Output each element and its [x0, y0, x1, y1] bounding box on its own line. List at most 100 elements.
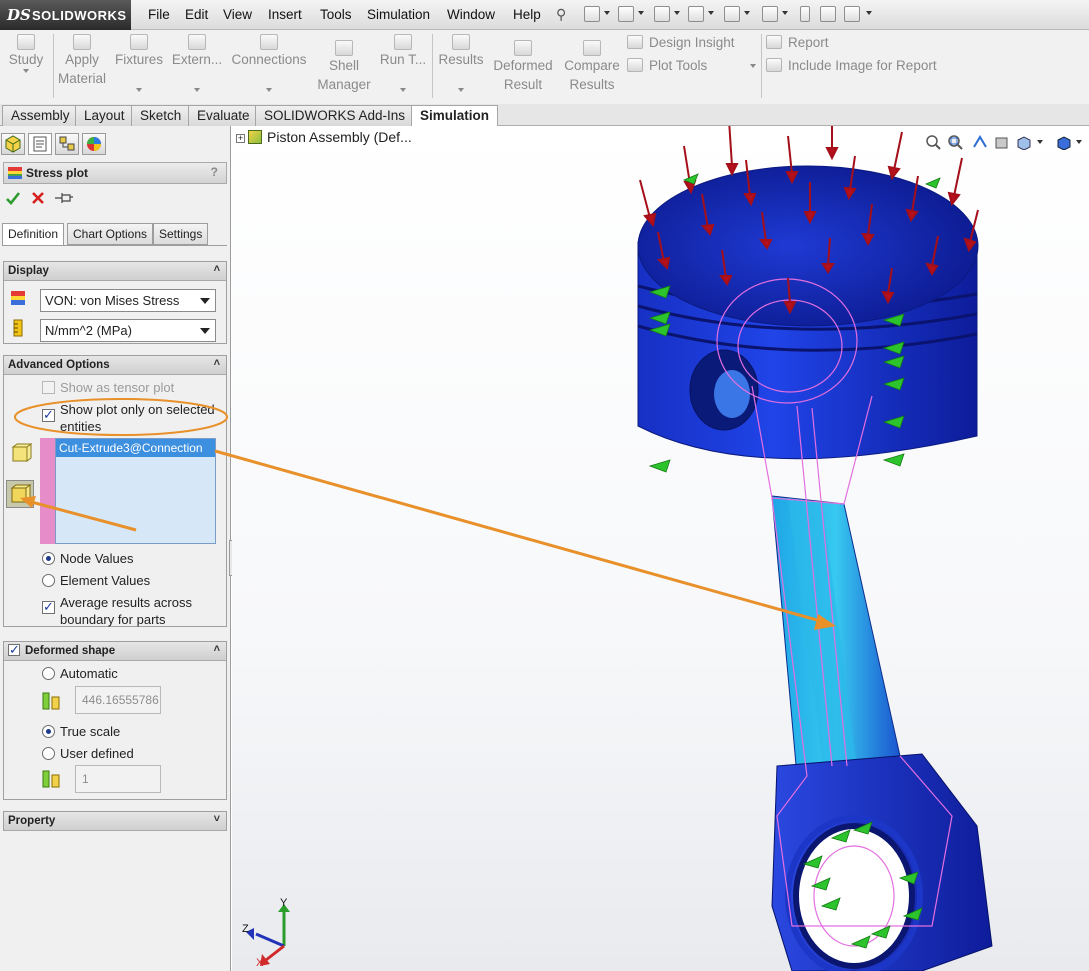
advanced-options-header[interactable]: Advanced Options ˄: [4, 356, 226, 375]
units-select[interactable]: N/mm^2 (MPa): [40, 319, 216, 342]
pushpin-icon[interactable]: [53, 190, 75, 206]
save-icon[interactable]: [654, 6, 670, 22]
expand-chevron-icon[interactable]: ˅: [214, 813, 220, 825]
chevron-down-icon[interactable]: [708, 11, 714, 15]
chevron-down-icon[interactable]: [674, 11, 680, 15]
tab-simulation[interactable]: Simulation: [411, 105, 499, 127]
display-manager-tab[interactable]: [82, 133, 106, 155]
plot-tools-button[interactable]: Plot Tools: [627, 58, 707, 73]
automatic-radio[interactable]: [42, 667, 55, 680]
menu-tools[interactable]: Tools: [320, 7, 352, 22]
rebuild-icon[interactable]: [800, 6, 810, 22]
collapse-chevron-icon[interactable]: ˄: [214, 263, 220, 275]
deformed-shape-header[interactable]: Deformed shape ˄: [4, 642, 226, 661]
chevron-down-icon[interactable]: [744, 11, 750, 15]
configuration-manager-tab[interactable]: [55, 133, 79, 155]
new-document-icon[interactable]: [584, 6, 600, 22]
shell-manager-label: Shell: [328, 58, 360, 73]
undo-icon[interactable]: [724, 6, 740, 22]
node-values-radio[interactable]: [42, 552, 55, 565]
connections-button[interactable]: Connections: [228, 30, 310, 104]
chevron-down-icon[interactable]: [638, 11, 644, 15]
user-scale-input[interactable]: 1: [75, 765, 161, 793]
component-selection-button[interactable]: [6, 480, 34, 508]
pin-icon[interactable]: ⚲: [556, 6, 566, 23]
print-icon[interactable]: [688, 6, 704, 22]
help-button[interactable]: ?: [211, 165, 218, 179]
solidworks-logo[interactable]: DS SOLIDWORKS: [0, 0, 131, 30]
results-button[interactable]: Results: [436, 30, 486, 104]
auto-scale-input[interactable]: 446.16555786: [75, 686, 161, 714]
chevron-down-icon[interactable]: [866, 11, 872, 15]
property-manager-tab[interactable]: [28, 133, 52, 155]
graphics-area[interactable]: + Piston Assembly (Def... Y Z X: [232, 126, 1089, 971]
external-loads-button[interactable]: Extern...: [170, 30, 224, 104]
compare-results-button[interactable]: Compare Results: [560, 30, 624, 104]
tab-solidworks-add-ins[interactable]: SOLIDWORKS Add-Ins: [255, 105, 415, 126]
deformed-result-button[interactable]: Deformed Result: [490, 30, 556, 104]
options-icon[interactable]: [844, 6, 860, 22]
deformed-shape-checkbox[interactable]: [8, 642, 20, 658]
display-group-header[interactable]: Display ˄: [4, 262, 226, 281]
file-properties-icon[interactable]: [820, 6, 836, 22]
tab-definition[interactable]: Definition: [2, 223, 65, 246]
average-results-checkbox[interactable]: [42, 599, 55, 615]
user-defined-radio[interactable]: [42, 747, 55, 760]
tab-assembly[interactable]: Assembly: [2, 105, 79, 126]
menu-simulation[interactable]: Simulation: [367, 7, 430, 22]
study-button[interactable]: Study: [3, 30, 49, 104]
study-label: Study: [8, 52, 44, 67]
ds-logo-mark: DS: [7, 6, 31, 24]
open-folder-icon[interactable]: [618, 6, 634, 22]
results-label: Results: [438, 52, 484, 67]
deformed-shape-group: Deformed shape ˄ Automatic 446.16555786 …: [3, 641, 227, 800]
tab-settings[interactable]: Settings: [153, 223, 209, 245]
collapse-chevron-icon[interactable]: ˄: [214, 643, 220, 655]
true-scale-label: True scale: [60, 724, 121, 739]
include-image-button[interactable]: Include Image for Report: [766, 58, 937, 73]
feature-tree-icon: [5, 135, 21, 153]
tensor-plot-checkbox[interactable]: [42, 381, 55, 394]
element-values-radio[interactable]: [42, 574, 55, 587]
feature-manager-tab[interactable]: [1, 133, 25, 155]
menu-edit[interactable]: Edit: [185, 7, 208, 22]
apply-material-icon: [73, 34, 91, 50]
node-values-label: Node Values: [60, 551, 134, 566]
tab-evaluate[interactable]: Evaluate: [188, 105, 259, 126]
tab-layout[interactable]: Layout: [75, 105, 134, 126]
menu-view[interactable]: View: [223, 7, 252, 22]
design-insight-button[interactable]: Design Insight: [627, 35, 735, 50]
apply-material-button[interactable]: Apply Material: [56, 30, 108, 104]
true-scale-radio[interactable]: [42, 725, 55, 738]
fixtures-button[interactable]: Fixtures: [113, 30, 165, 104]
run-button[interactable]: Run T...: [378, 30, 428, 104]
property-group-header[interactable]: Property ˅: [4, 812, 226, 831]
selected-entities-list[interactable]: Cut-Extrude3@Connection: [55, 438, 216, 544]
menu-file[interactable]: File: [148, 7, 170, 22]
collapse-chevron-icon[interactable]: ˄: [214, 357, 220, 369]
chevron-down-icon[interactable]: [604, 11, 610, 15]
units-value: N/mm^2 (MPa): [45, 323, 132, 338]
chevron-down-icon: [23, 69, 29, 73]
chevron-down-icon[interactable]: [782, 11, 788, 15]
select-pointer-icon[interactable]: [762, 6, 778, 22]
menu-window[interactable]: Window: [447, 7, 495, 22]
report-button[interactable]: Report: [766, 35, 829, 50]
show-selected-checkbox[interactable]: [42, 407, 55, 423]
tab-chart-options[interactable]: Chart Options: [67, 223, 154, 245]
stress-component-select[interactable]: VON: von Mises Stress: [40, 289, 216, 312]
tab-sketch[interactable]: Sketch: [131, 105, 191, 126]
menu-insert[interactable]: Insert: [268, 7, 302, 22]
selected-entity-item[interactable]: Cut-Extrude3@Connection: [56, 439, 215, 457]
logo-text: SOLIDWORKS: [32, 8, 127, 23]
ok-checkmark-icon[interactable]: [5, 190, 21, 206]
property-manager: Stress plot ? Definition Chart Options S…: [0, 126, 237, 971]
design-insight-icon: [627, 35, 643, 49]
cancel-x-icon[interactable]: [30, 190, 46, 206]
shell-manager-button[interactable]: Shell Manager: [314, 30, 374, 104]
load-arrow: [683, 145, 697, 195]
piston-assembly-model[interactable]: Y Z X: [232, 126, 1089, 971]
chevron-down-icon[interactable]: [750, 64, 756, 68]
menu-help[interactable]: Help: [513, 7, 541, 22]
ribbon-separator: [432, 34, 433, 98]
